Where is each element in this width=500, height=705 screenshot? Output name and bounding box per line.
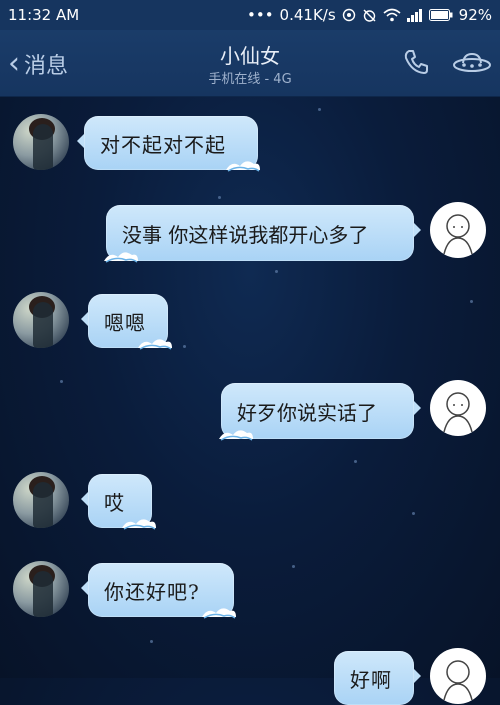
message-text: 你还好吧? xyxy=(104,579,200,604)
message-text: 嗯嗯 xyxy=(104,310,146,335)
message-bubble[interactable]: 好歹你说实话了 xyxy=(219,383,421,441)
alarm-off-icon xyxy=(363,9,376,22)
my-avatar[interactable] xyxy=(430,380,486,436)
message-bubble[interactable]: 对不起对不起 xyxy=(77,116,260,172)
wave-icon xyxy=(104,252,138,263)
battery-icon xyxy=(428,9,453,21)
contact-avatar[interactable] xyxy=(13,561,69,617)
contact-avatar[interactable] xyxy=(13,292,69,348)
message-bubble[interactable]: 好啊 xyxy=(334,651,421,705)
contact-avatar[interactable] xyxy=(13,472,69,528)
wave-icon xyxy=(202,608,236,619)
wave-icon xyxy=(138,339,172,350)
my-avatar[interactable] xyxy=(430,202,486,258)
data-saver-icon xyxy=(342,8,355,22)
message-text: 好歹你说实话了 xyxy=(237,400,377,425)
message-text: 没事 你这样说我都开心多了 xyxy=(122,222,369,247)
message-text: 对不起对不起 xyxy=(100,132,226,157)
my-avatar[interactable] xyxy=(430,648,486,704)
signal-icon xyxy=(406,8,422,22)
message-text: 好啊 xyxy=(350,667,392,692)
cartoon-face-icon xyxy=(443,214,473,255)
cartoon-face-icon xyxy=(443,660,473,701)
status-icons: ••• 0.41K/s 92% xyxy=(247,6,492,24)
clock: 11:32 AM xyxy=(8,6,80,24)
contact-avatar[interactable] xyxy=(13,114,69,170)
ufo-icon[interactable] xyxy=(452,50,492,76)
phone-icon[interactable] xyxy=(402,48,430,76)
message-bubble[interactable]: 嗯嗯 xyxy=(81,294,172,350)
wave-icon xyxy=(226,161,260,172)
cartoon-face-icon xyxy=(443,392,473,433)
network-speed: 0.41K/s xyxy=(279,6,336,24)
battery-percent: 92% xyxy=(458,6,492,24)
wifi-icon xyxy=(383,8,401,22)
wave-icon xyxy=(122,519,156,530)
message-text: 哎 xyxy=(104,490,125,515)
message-bubble[interactable]: 你还好吧? xyxy=(81,563,236,619)
message-bubble[interactable]: 哎 xyxy=(81,474,156,530)
status-bar: 11:32 AM ••• 0.41K/s 92% xyxy=(0,0,500,30)
chat-header: ‹ 消息 小仙女 手机在线 - 4G xyxy=(0,30,500,97)
dots-icon: ••• xyxy=(247,6,274,24)
message-bubble[interactable]: 没事 你这样说我都开心多了 xyxy=(104,205,421,263)
wave-icon xyxy=(219,430,253,441)
